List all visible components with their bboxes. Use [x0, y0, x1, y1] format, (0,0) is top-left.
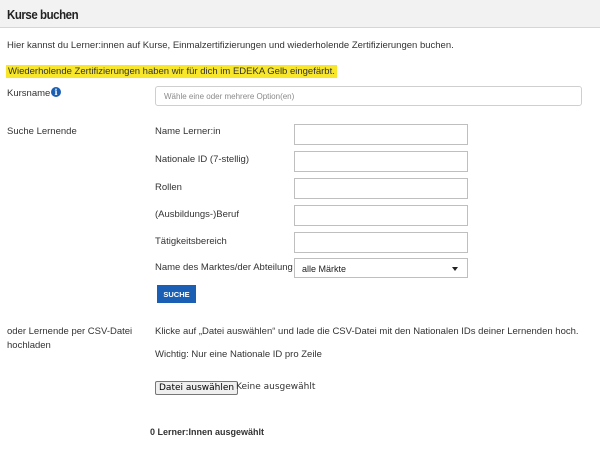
csv-note: Wichtig: Nur eine Nationale ID pro Zeile	[155, 349, 322, 360]
csv-instruction: Klicke auf „Datei auswählen“ und lade di…	[155, 326, 579, 337]
nationale-id-input[interactable]	[294, 151, 468, 172]
selected-count: 0 Lerner:Innen ausgewählt	[150, 427, 265, 437]
csv-section-label-line1: oder Lernende per CSV-Datei	[7, 326, 133, 337]
file-status-text: Keine ausgewählt	[236, 382, 316, 392]
markt-label: Name des Marktes/der Abteilung	[155, 262, 293, 273]
caret-down-icon	[452, 267, 458, 271]
beruf-input[interactable]	[294, 205, 468, 226]
highlight-notice: Wiederholende Zertifizierungen haben wir…	[6, 65, 337, 78]
name-lerner-label: Name Lerner:in	[155, 126, 221, 137]
taetigkeitsbereich-label: Tätigkeitsbereich	[155, 236, 227, 247]
suche-button[interactable]: SUCHE	[157, 285, 196, 303]
csv-section-label-line2: hochladen	[7, 340, 51, 351]
beruf-label: (Ausbildungs-)Beruf	[155, 209, 239, 220]
markt-select-value: alle Märkte	[302, 264, 347, 274]
kursname-label: Kursname	[7, 88, 51, 99]
page-header: Kurse buchen	[0, 0, 600, 28]
nationale-id-label: Nationale ID (7-stellig)	[155, 154, 249, 165]
markt-select[interactable]: alle Märkte	[294, 258, 468, 278]
info-icon[interactable]: i	[51, 87, 61, 97]
name-lerner-input[interactable]	[294, 124, 468, 145]
rollen-input[interactable]	[294, 178, 468, 199]
search-section-label: Suche Lernende	[7, 126, 77, 137]
file-choose-button[interactable]: Datei auswählen	[155, 381, 239, 395]
kursname-multiselect-input[interactable]	[155, 86, 582, 106]
rollen-label: Rollen	[155, 182, 182, 193]
page-title: Kurse buchen	[7, 8, 79, 22]
intro-text: Hier kannst du Lerner:innen auf Kurse, E…	[7, 40, 454, 51]
taetigkeitsbereich-input[interactable]	[294, 232, 468, 253]
